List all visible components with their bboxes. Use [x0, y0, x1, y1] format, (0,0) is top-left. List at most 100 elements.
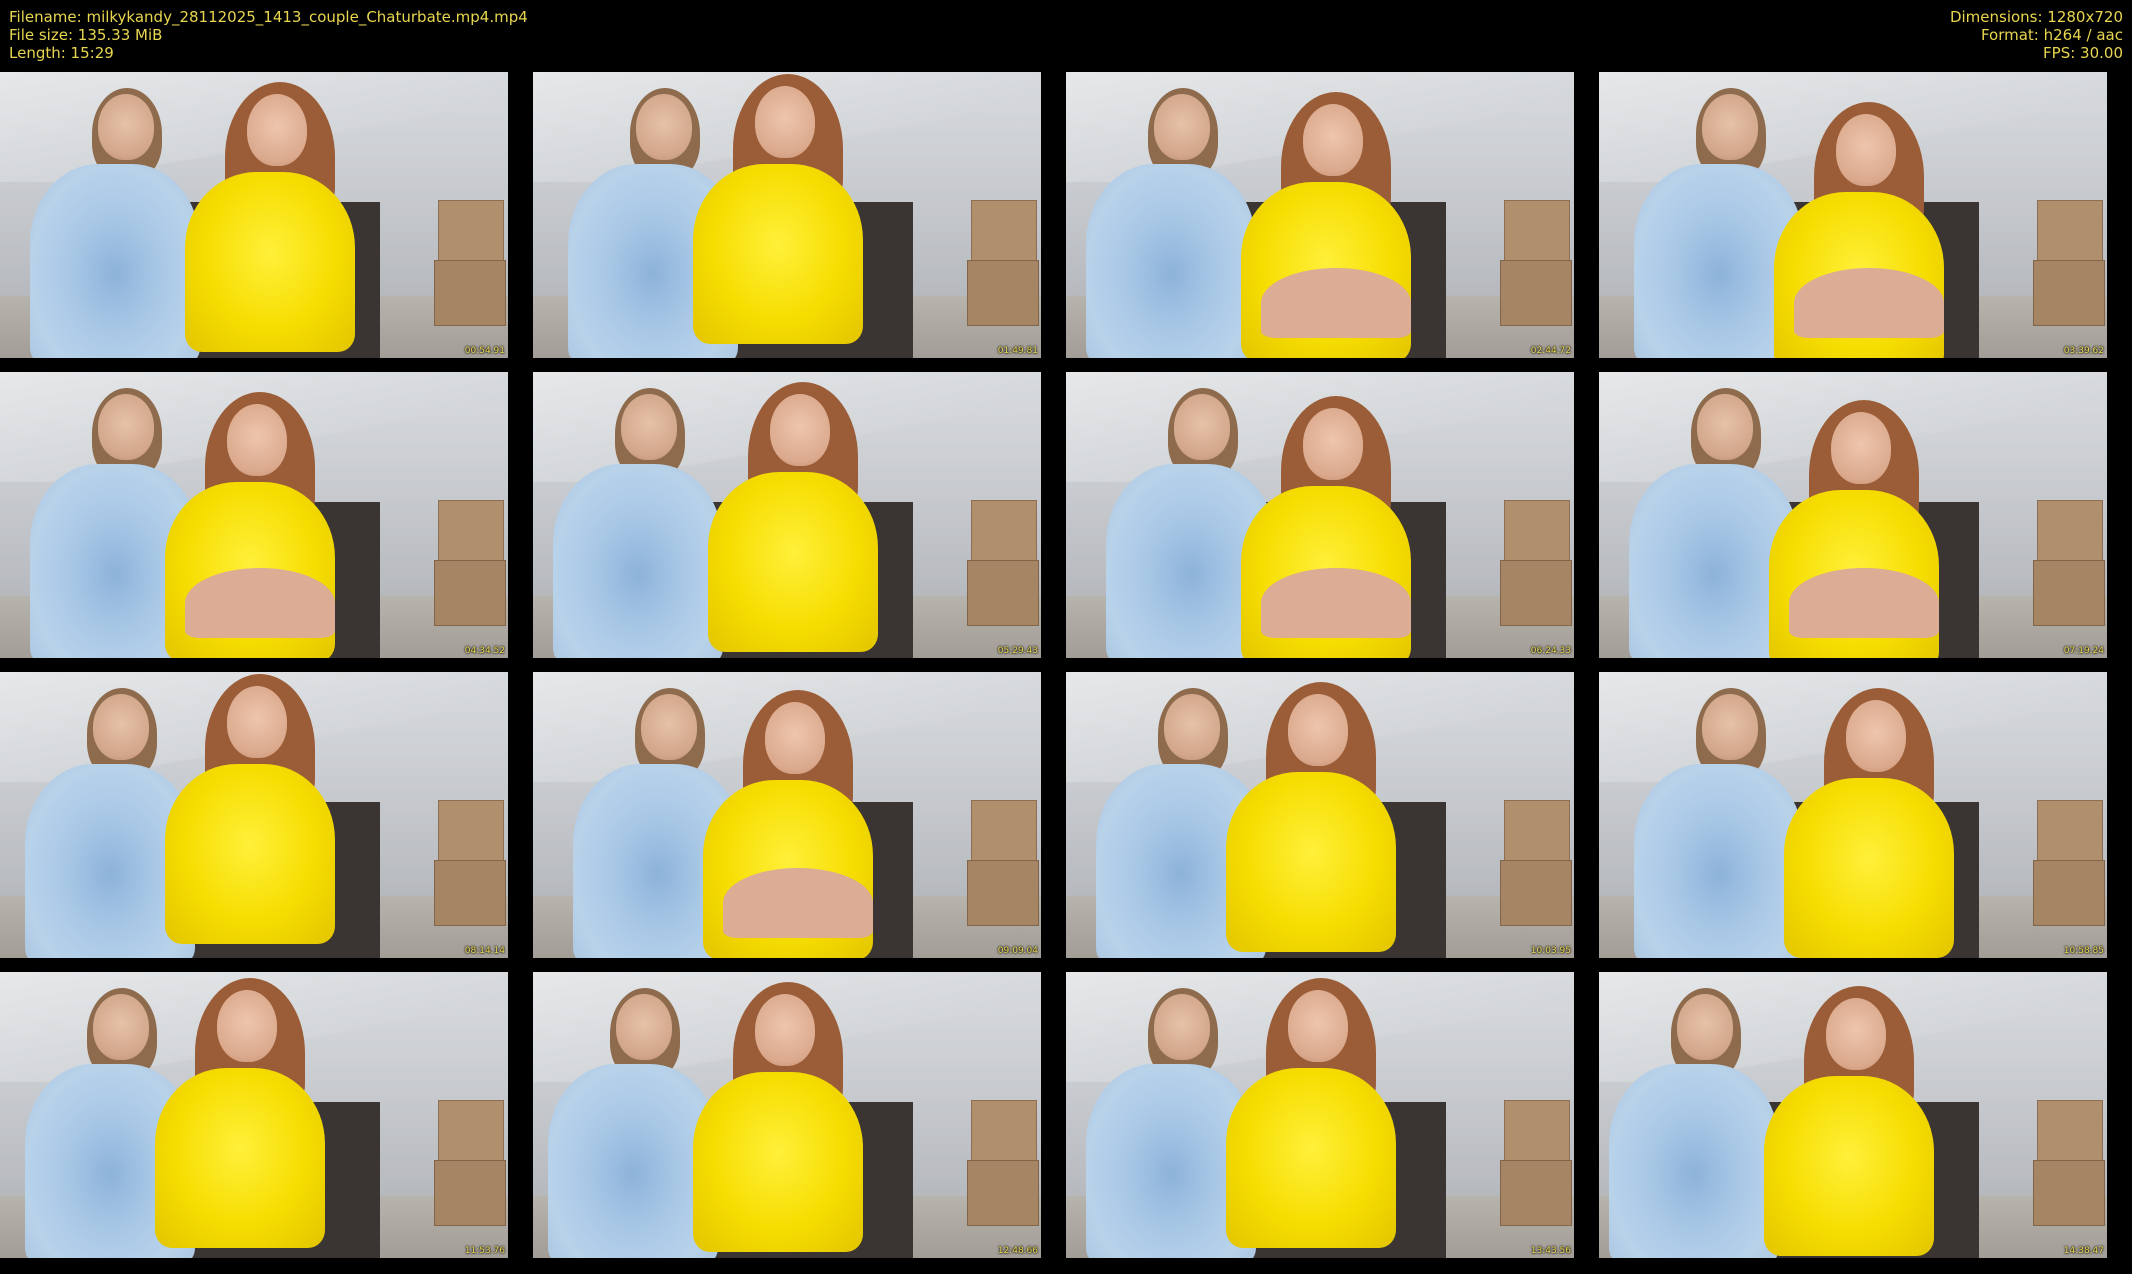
length-text: Length: 15:29 [9, 44, 114, 62]
person-face [1846, 700, 1906, 772]
cardboard-box [971, 500, 1037, 564]
cardboard-box [1500, 560, 1572, 626]
person-face [247, 94, 307, 166]
video-thumbnail[interactable]: 12:48.66 [533, 972, 1041, 1258]
cardboard-box [971, 800, 1037, 864]
person-face [1174, 394, 1230, 460]
person-face [1288, 694, 1348, 766]
person-face [755, 86, 815, 158]
cardboard-box [1504, 500, 1570, 564]
person-yellow-top [155, 1068, 325, 1248]
thumbnail-timestamp: 14:38.47 [2063, 1246, 2104, 1256]
cardboard-box [967, 860, 1039, 926]
person-face [227, 404, 287, 476]
cardboard-box [2033, 1160, 2105, 1226]
cardboard-box [434, 260, 506, 326]
filesize-text: File size: 135.33 MiB [9, 26, 163, 44]
cardboard-box [2037, 200, 2103, 264]
thumbnail-timestamp: 09:09.04 [997, 946, 1038, 956]
thumbnail-timestamp: 13:43.56 [1530, 1246, 1571, 1256]
person-face [1702, 694, 1758, 760]
thumbnail-timestamp: 08:14.14 [464, 946, 505, 956]
person-face [1154, 94, 1210, 160]
thumbnail-timestamp: 03:39.62 [2063, 346, 2104, 356]
video-thumbnail[interactable]: 06:24.33 [1066, 372, 1574, 658]
person-face [1677, 994, 1733, 1060]
person-face [1288, 990, 1348, 1062]
person-face [98, 94, 154, 160]
person-face [1303, 408, 1363, 480]
cardboard-box [1500, 260, 1572, 326]
cardboard-box [967, 260, 1039, 326]
cardboard-box [438, 800, 504, 864]
video-thumbnail[interactable]: 05:29.43 [533, 372, 1041, 658]
video-info: Dimensions: 1280x720 Format: h264 / aac … [1950, 8, 2123, 62]
thumbnail-timestamp: 02:44.72 [1530, 346, 1571, 356]
person-yellow-top [693, 164, 863, 344]
video-thumbnail[interactable]: 14:38.47 [1599, 972, 2107, 1258]
person-yellow-top [1226, 772, 1396, 952]
thumbnail-grid: 00:54.91 01:49.81 02:44.72 03:39.62 04:34.52… [0, 72, 2132, 1271]
cardboard-box [438, 200, 504, 264]
person-yellow-top [1764, 1076, 1934, 1256]
video-thumbnail[interactable]: 08:14.14 [0, 672, 508, 958]
cardboard-box [971, 200, 1037, 264]
person-face [1697, 394, 1753, 460]
person-legs [723, 868, 873, 938]
cardboard-box [967, 560, 1039, 626]
person-face [621, 394, 677, 460]
cardboard-box [434, 1160, 506, 1226]
person-blue-sweater [553, 464, 723, 658]
person-face [1303, 104, 1363, 176]
person-blue-sweater [1609, 1064, 1779, 1258]
thumbnail-timestamp: 05:29.43 [997, 646, 1038, 656]
person-legs [1794, 268, 1944, 338]
person-face [1836, 114, 1896, 186]
person-face [770, 394, 830, 466]
cardboard-box [2033, 260, 2105, 326]
cardboard-box [434, 560, 506, 626]
person-legs [185, 568, 335, 638]
person-blue-sweater [1634, 764, 1804, 958]
thumbnail-timestamp: 00:54.91 [464, 346, 505, 356]
video-thumbnail[interactable]: 02:44.72 [1066, 72, 1574, 358]
cardboard-box [971, 1100, 1037, 1164]
thumbnail-timestamp: 06:24.33 [1530, 646, 1571, 656]
cardboard-box [2037, 1100, 2103, 1164]
filename-text: Filename: milkykandy_28112025_1413_coupl… [9, 8, 528, 26]
thumbnail-timestamp: 07:19.24 [2063, 646, 2104, 656]
video-thumbnail[interactable]: 00:54.91 [0, 72, 508, 358]
person-face [641, 694, 697, 760]
person-blue-sweater [1086, 164, 1256, 358]
video-thumbnail[interactable]: 07:19.24 [1599, 372, 2107, 658]
person-face [1826, 998, 1886, 1070]
person-face [765, 702, 825, 774]
person-face [1164, 694, 1220, 760]
person-yellow-top [708, 472, 878, 652]
person-legs [1261, 268, 1411, 338]
video-thumbnail[interactable]: 09:09.04 [533, 672, 1041, 958]
cardboard-box [434, 860, 506, 926]
video-thumbnail[interactable]: 03:39.62 [1599, 72, 2107, 358]
video-thumbnail[interactable]: 13:43.56 [1066, 972, 1574, 1258]
video-thumbnail[interactable]: 10:58.85 [1599, 672, 2107, 958]
cardboard-box [1504, 1100, 1570, 1164]
person-face [1702, 94, 1758, 160]
video-thumbnail[interactable]: 11:53.76 [0, 972, 508, 1258]
cardboard-box [2037, 800, 2103, 864]
format-text: Format: h264 / aac [1980, 26, 2123, 44]
person-yellow-top [1226, 1068, 1396, 1248]
video-thumbnail[interactable]: 01:49.81 [533, 72, 1041, 358]
thumbnail-timestamp: 10:03.95 [1530, 946, 1571, 956]
person-face [93, 694, 149, 760]
cardboard-box [1500, 1160, 1572, 1226]
cardboard-box [438, 500, 504, 564]
cardboard-box [1504, 800, 1570, 864]
thumbnail-timestamp: 11:53.76 [464, 1246, 505, 1256]
video-thumbnail[interactable]: 04:34.52 [0, 372, 508, 658]
person-yellow-top [185, 172, 355, 352]
thumbnail-timestamp: 10:58.85 [2063, 946, 2104, 956]
person-legs [1789, 568, 1939, 638]
cardboard-box [2033, 560, 2105, 626]
video-thumbnail[interactable]: 10:03.95 [1066, 672, 1574, 958]
